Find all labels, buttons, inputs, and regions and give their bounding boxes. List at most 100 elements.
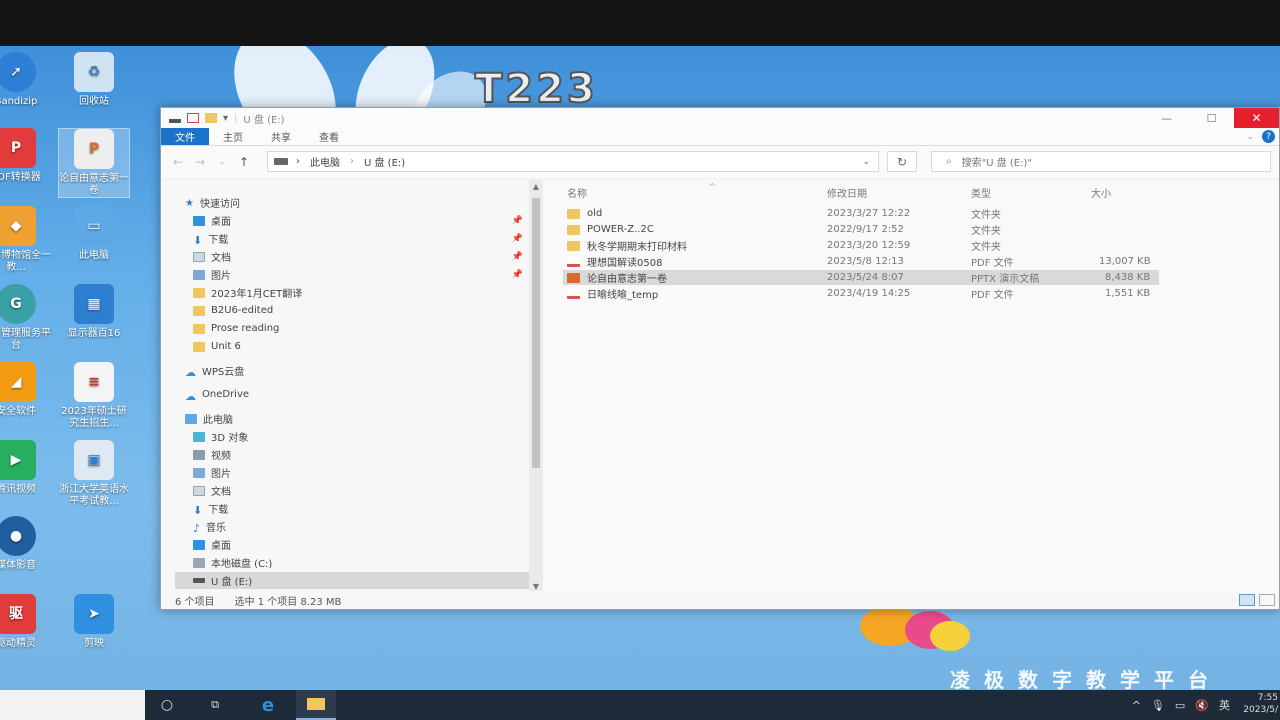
recent-locations-icon[interactable]: ⌄ xyxy=(211,157,233,167)
desktop-icon-bandizip[interactable]: ➚ Bandizip xyxy=(0,52,52,108)
nav-item-videos[interactable]: 视频 xyxy=(193,446,529,463)
desktop-icon-recycle-bin[interactable]: ♻ 回收站 xyxy=(58,52,130,108)
pin-icon: 📌 xyxy=(511,215,523,226)
breadcrumb-this-pc[interactable]: 此电脑 xyxy=(310,154,340,169)
search-input[interactable]: ⌕ 搜索"U 盘 (E:)" xyxy=(931,151,1271,172)
nav-item-pictures[interactable]: 图片 xyxy=(193,464,529,481)
nav-item-desktop[interactable]: 桌面 📌 xyxy=(193,212,529,229)
desktop-icon-display[interactable]: ▦ 显示器百16 xyxy=(58,284,130,340)
file-date: 2023/3/27 12:22 xyxy=(827,208,911,219)
nav-item-desktop[interactable]: 桌面 xyxy=(193,536,529,553)
close-button[interactable]: ✕ xyxy=(1234,108,1279,128)
file-explorer-window[interactable]: ▾ | U 盘 (E:) — ☐ ✕ 文件 主页 共享 查看 ⌄ ? ← → ⌄… xyxy=(160,107,1280,610)
volume-muted-icon[interactable]: 🔇 xyxy=(1195,699,1209,712)
maximize-button[interactable]: ☐ xyxy=(1189,108,1234,128)
search-circle-icon[interactable]: ○ xyxy=(152,690,182,720)
minimize-button[interactable]: — xyxy=(1144,108,1189,128)
column-header-date[interactable]: 修改日期 xyxy=(827,185,867,201)
nav-item-documents[interactable]: 文档 📌 xyxy=(193,248,529,265)
details-view-button[interactable] xyxy=(1239,594,1255,606)
desktop-icon-driver[interactable]: 驱 驱动精灵 xyxy=(0,594,52,650)
nav-wps-cloud[interactable]: ☁ WPS云盘 xyxy=(185,362,529,379)
scroll-down-icon[interactable]: ▼ xyxy=(529,582,543,591)
nav-item-folder[interactable]: 2023年1月CET翻译 xyxy=(193,284,529,301)
tab-view[interactable]: 查看 xyxy=(305,128,353,145)
address-dropdown-icon[interactable]: ⌄ xyxy=(862,157,870,167)
customize-toolbar-icon[interactable]: ▾ xyxy=(223,113,228,124)
folder-icon[interactable] xyxy=(205,113,217,123)
nav-quick-access[interactable]: ★ 快速访问 xyxy=(185,194,551,211)
desktop-icon-video[interactable]: ▶ 腾讯视频 xyxy=(0,440,52,496)
desktop-icon-this-pc[interactable]: ▭ 此电脑 xyxy=(58,206,130,262)
nav-item-local-disk[interactable]: 本地磁盘 (C:) xyxy=(193,554,529,571)
forward-arrow-icon[interactable]: → xyxy=(189,155,211,169)
star-icon: ★ xyxy=(185,197,194,209)
address-field[interactable]: › 此电脑 › U 盘 (E:) ⌄ xyxy=(267,151,879,172)
file-row[interactable]: 理想国解读0508 2023/5/8 12:13 PDF 文件 13,007 K… xyxy=(563,254,1159,269)
documents-icon xyxy=(193,251,205,262)
nav-item-folder[interactable]: Prose reading xyxy=(193,320,529,337)
desktop-icon-editor[interactable]: ➤ 剪映 xyxy=(58,594,130,650)
edge-browser-icon[interactable]: e xyxy=(250,690,286,720)
nav-item-documents[interactable]: 文档 xyxy=(193,482,529,499)
microphone-icon[interactable]: 🎙 xyxy=(1151,699,1165,712)
column-header-size[interactable]: 大小 xyxy=(1091,185,1111,201)
column-header-name[interactable]: 名称 ^ xyxy=(567,182,716,201)
expand-ribbon-icon[interactable]: ⌄ xyxy=(1246,132,1254,142)
refresh-button[interactable]: ↻ xyxy=(887,151,917,172)
breadcrumb-current[interactable]: U 盘 (E:) xyxy=(364,154,405,169)
window-menu-icon[interactable] xyxy=(169,119,181,123)
back-arrow-icon[interactable]: ← xyxy=(167,155,189,169)
desktop-icon-app[interactable]: ◆ 数字博物馆全一教... xyxy=(0,206,52,274)
scrollbar-thumb[interactable] xyxy=(532,198,540,468)
tab-home[interactable]: 主页 xyxy=(209,128,257,145)
nav-item-music[interactable]: ♪ 音乐 xyxy=(193,518,529,535)
view-toggle xyxy=(1239,594,1275,606)
large-icons-view-button[interactable] xyxy=(1259,594,1275,606)
nav-item-downloads[interactable]: ⬇ 下载 📌 xyxy=(193,230,529,247)
tab-share[interactable]: 共享 xyxy=(257,128,305,145)
nav-item-downloads[interactable]: ⬇ 下载 xyxy=(193,500,529,517)
title-bar[interactable]: ▾ | U 盘 (E:) — ☐ ✕ xyxy=(161,108,1279,128)
nav-item-3d-objects[interactable]: 3D 对象 xyxy=(193,428,529,445)
navigation-pane[interactable]: ★ 快速访问 桌面 📌 ⬇ 下载 📌 文档 📌 图片 📌 2023年1月CET翻… xyxy=(161,180,543,593)
up-arrow-icon[interactable]: ↑ xyxy=(233,155,255,169)
nav-label: WPS云盘 xyxy=(202,367,245,378)
nav-scrollbar[interactable]: ▲ ▼ xyxy=(529,180,543,593)
tray-expand-icon[interactable]: ^ xyxy=(1132,699,1141,712)
file-explorer-taskbar-icon[interactable] xyxy=(296,690,336,720)
nav-item-folder[interactable]: B2U6-edited xyxy=(193,302,529,319)
nav-this-pc[interactable]: 此电脑 xyxy=(185,410,529,427)
file-row[interactable]: old 2023/3/27 12:22 文件夹 xyxy=(563,206,1159,221)
music-icon: ♪ xyxy=(193,521,201,535)
desktop-icon-shortcut[interactable]: ▣ 浙江大学英语水平考试教... xyxy=(58,440,130,508)
desktop-icon-pptx[interactable]: P 论自由意志第一卷 xyxy=(58,128,130,198)
nav-onedrive[interactable]: ☁ OneDrive xyxy=(185,386,529,403)
desktop-icon-document[interactable]: ≡ 2023年硕士研究生招生... xyxy=(58,362,130,430)
nav-item-pictures[interactable]: 图片 📌 xyxy=(193,266,529,283)
clock[interactable]: 7:55 2023/5/ xyxy=(1228,692,1278,716)
desktop-icon-file-service[interactable]: G 文件管理服务平台 xyxy=(0,284,52,352)
properties-icon[interactable] xyxy=(187,113,199,123)
scroll-up-icon[interactable]: ▲ xyxy=(529,182,543,191)
file-row[interactable]: POWER-Z..2C 2022/9/17 2:52 文件夹 xyxy=(563,222,1159,237)
task-view-icon[interactable]: ⧉ xyxy=(200,690,230,720)
network-icon[interactable]: ▭ xyxy=(1175,699,1185,712)
desktop-icon-pdf-converter[interactable]: P PDF转换器 xyxy=(0,128,52,184)
nav-item-folder[interactable]: Unit 6 xyxy=(193,338,529,355)
help-icon[interactable]: ? xyxy=(1262,130,1275,143)
shortcut-icon: ▣ xyxy=(74,440,114,480)
folder-icon xyxy=(567,208,580,219)
file-row[interactable]: 日喻线喻_temp 2023/4/19 14:25 PDF 文件 1,551 K… xyxy=(563,286,1159,301)
nav-item-usb-drive[interactable]: U 盘 (E:) xyxy=(175,572,529,589)
desktop-icon-media[interactable]: ● 媒体影音 xyxy=(0,516,52,572)
security-app-icon: ◢ xyxy=(0,362,36,402)
folder-icon xyxy=(567,240,580,251)
file-list-pane[interactable]: 名称 ^ 修改日期 类型 大小 old 2023/3/27 12:22 文件夹 … xyxy=(543,180,1279,593)
desktop-icon-security[interactable]: ◢ 安全软件 xyxy=(0,362,52,418)
column-header-type[interactable]: 类型 xyxy=(971,185,991,201)
breadcrumb-sep[interactable]: › xyxy=(350,156,354,167)
file-row-selected[interactable]: 论自由意志第一卷 2023/5/24 8:07 PPTX 演示文稿 8,438 … xyxy=(563,270,1159,285)
file-row[interactable]: 秋冬学期期末打印材料 2023/3/20 12:59 文件夹 xyxy=(563,238,1159,253)
tab-file[interactable]: 文件 xyxy=(161,128,209,145)
